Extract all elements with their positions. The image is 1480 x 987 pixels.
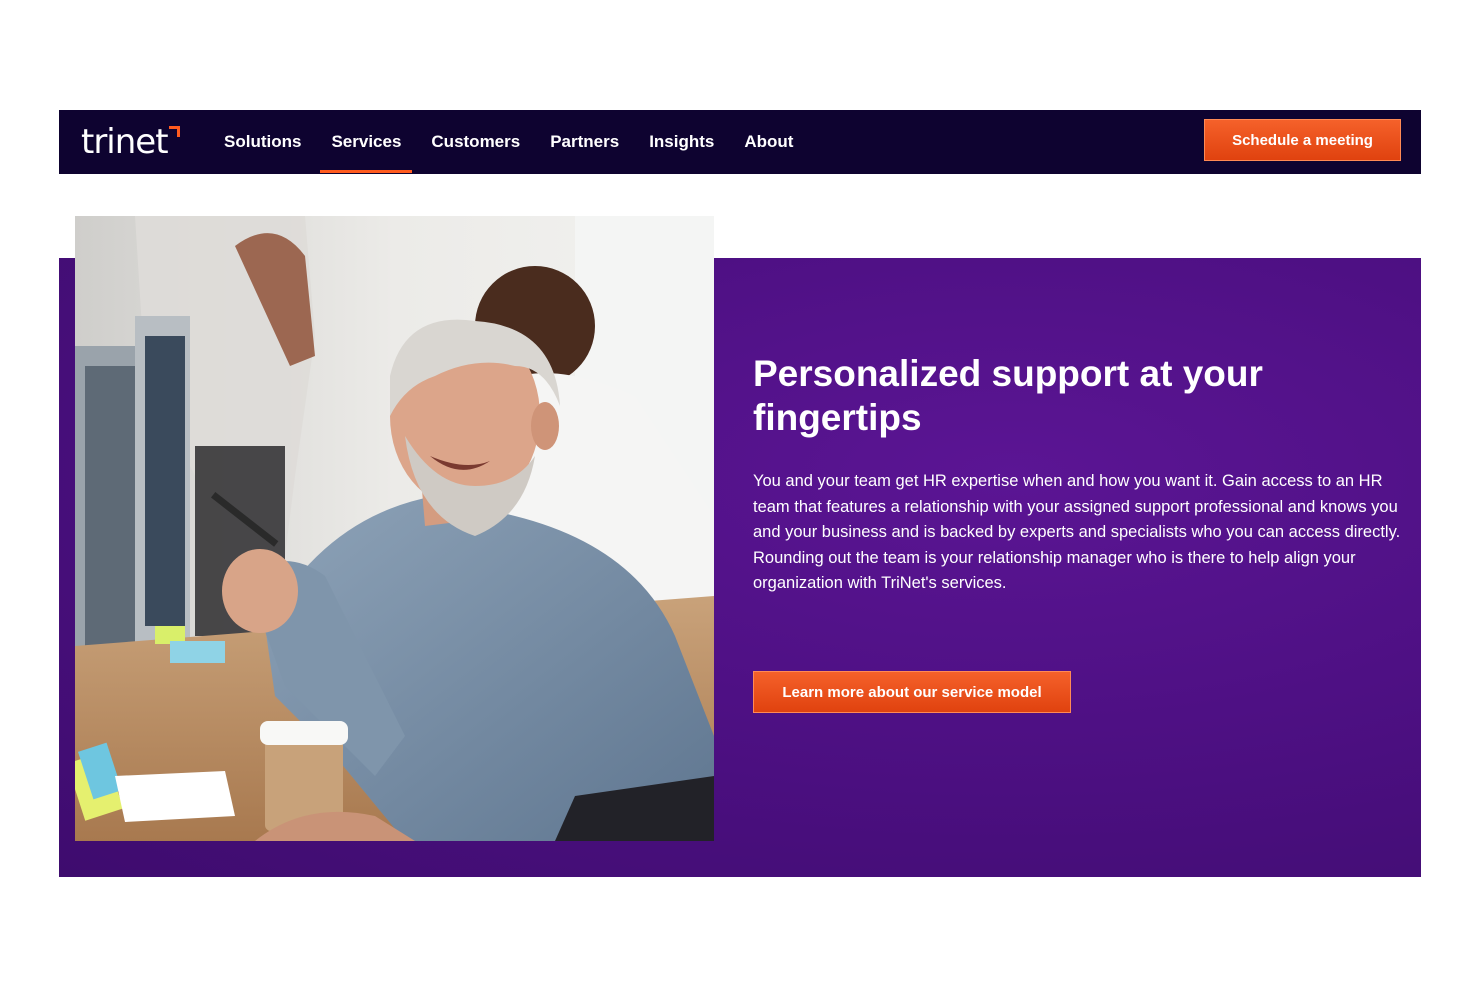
- schedule-meeting-button[interactable]: Schedule a meeting: [1204, 119, 1401, 161]
- nav-item-insights[interactable]: Insights: [638, 110, 725, 174]
- hero-title: Personalized support at your fingertips: [753, 353, 1263, 438]
- nav-item-solutions[interactable]: Solutions: [213, 110, 312, 174]
- nav-item-customers[interactable]: Customers: [420, 110, 531, 174]
- learn-more-service-model-button[interactable]: Learn more about our service model: [753, 671, 1071, 713]
- logo-corner-mark-icon: [168, 125, 180, 137]
- hero-description: You and your team get HR expertise when …: [753, 472, 1401, 593]
- logo-text: trinet: [81, 122, 169, 162]
- nav-item-partners[interactable]: Partners: [539, 110, 630, 174]
- hero-photo-man-at-desk: [75, 216, 714, 841]
- nav-item-services[interactable]: Services: [320, 110, 413, 174]
- nav-item-about[interactable]: About: [733, 110, 804, 174]
- page: trinet Solutions Services Customers Part…: [0, 0, 1480, 987]
- trinet-logo[interactable]: trinet: [81, 120, 180, 164]
- main-menu: Solutions Services Customers Partners In…: [209, 110, 808, 174]
- top-navigation-bar: trinet Solutions Services Customers Part…: [59, 110, 1421, 174]
